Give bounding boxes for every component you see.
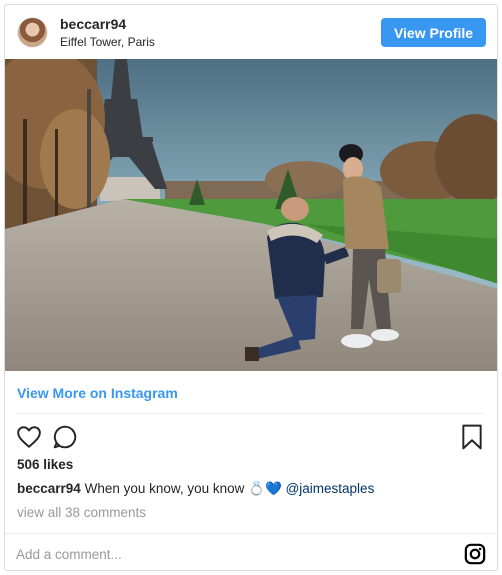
divider	[17, 413, 485, 414]
post-photo[interactable]	[5, 59, 497, 371]
caption-emoji: 💍💙	[248, 481, 282, 496]
avatar[interactable]	[17, 17, 48, 48]
view-profile-button[interactable]: View Profile	[381, 18, 486, 47]
caption-username[interactable]: beccarr94	[17, 481, 81, 496]
caption: beccarr94 When you know, you know 💍💙 @ja…	[17, 481, 374, 497]
view-all-comments-link[interactable]: view all 38 comments	[17, 505, 146, 520]
location[interactable]: Eiffel Tower, Paris	[60, 34, 155, 50]
caption-text: When you know, you know	[84, 481, 245, 496]
comment-input[interactable]	[16, 544, 436, 564]
caption-mention[interactable]: @jaimestaples	[286, 481, 375, 496]
comment-bar	[5, 533, 497, 570]
instagram-icon[interactable]	[464, 543, 486, 570]
bookmark-icon[interactable]	[461, 424, 483, 455]
speech-bubble-icon[interactable]	[52, 424, 78, 455]
action-bar	[5, 420, 497, 454]
photo-illustration	[5, 59, 497, 371]
view-more-link[interactable]: View More on Instagram	[17, 385, 178, 401]
instagram-embed-card: beccarr94 Eiffel Tower, Paris View Profi…	[4, 4, 498, 571]
heart-icon[interactable]	[16, 424, 42, 455]
likes-count[interactable]: 506 likes	[17, 457, 73, 472]
username[interactable]: beccarr94	[60, 16, 155, 33]
post-header: beccarr94 Eiffel Tower, Paris View Profi…	[5, 5, 497, 59]
user-block: beccarr94 Eiffel Tower, Paris	[60, 16, 155, 50]
